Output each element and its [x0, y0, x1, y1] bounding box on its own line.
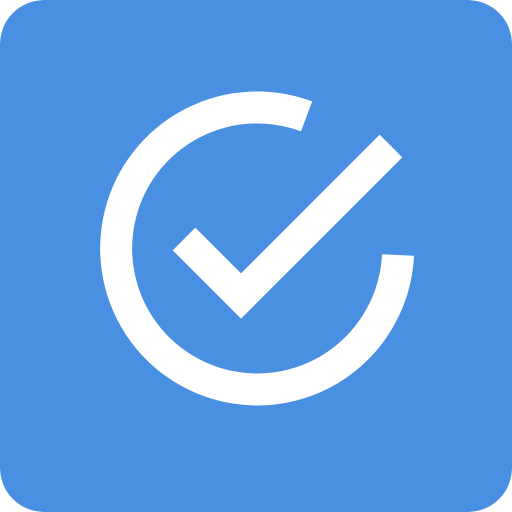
icon-background [0, 0, 512, 512]
check-circle-icon [0, 0, 512, 512]
app-icon-tile [0, 0, 512, 512]
